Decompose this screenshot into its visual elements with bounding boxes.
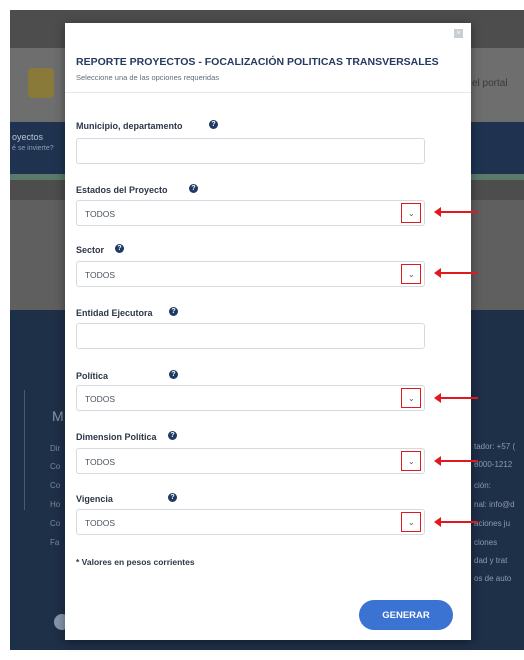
help-icon[interactable]: ? — [168, 431, 177, 440]
background-nav-item: oyectos — [12, 132, 44, 142]
footer-left-text: Dir — [50, 444, 61, 453]
sector-label: Sector — [76, 245, 105, 255]
modal-header: REPORTE PROYECTOS - FOCALIZACIÓN POLITIC… — [65, 23, 471, 93]
report-modal: × REPORTE PROYECTOS - FOCALIZACIÓN POLIT… — [65, 23, 471, 640]
estados-select-value: TODOS — [85, 209, 116, 219]
footer-left-text: Ho — [50, 500, 61, 509]
help-icon[interactable]: ? — [209, 120, 218, 129]
footer-right-text: ciones — [474, 538, 498, 547]
footer-left-text: Fa — [50, 538, 60, 547]
estados-label: Estados del Proyecto — [76, 185, 168, 195]
coat-of-arms-logo — [28, 68, 54, 98]
help-icon[interactable]: ? — [168, 493, 177, 502]
footer-left-text: Co — [50, 519, 61, 528]
footer-right-text: tador: +57 ( — [474, 442, 516, 451]
footer-right-text: 8000-1212 — [474, 460, 513, 469]
dimension-label: Dimension Política — [76, 432, 157, 442]
estados-select[interactable]: TODOS ⌄ — [76, 200, 425, 226]
chevron-down-icon[interactable]: ⌄ — [401, 264, 421, 284]
generate-button[interactable]: GENERAR — [359, 600, 453, 630]
footer-left-text: Co — [50, 462, 61, 471]
entidad-label: Entidad Ejecutora — [76, 308, 153, 318]
footer-right-text: nal: info@d — [474, 500, 515, 509]
chevron-down-icon[interactable]: ⌄ — [401, 512, 421, 532]
modal-title: REPORTE PROYECTOS - FOCALIZACIÓN POLITIC… — [76, 56, 439, 68]
currency-note: * Valores en pesos corrientes — [76, 557, 195, 567]
annotation-arrow — [434, 268, 478, 278]
vigencia-label: Vigencia — [76, 494, 113, 504]
politica-label: Política — [76, 371, 109, 381]
annotation-arrow — [434, 207, 478, 217]
politica-select[interactable]: TODOS ⌄ — [76, 385, 425, 411]
help-icon[interactable]: ? — [189, 184, 198, 193]
chevron-down-icon[interactable]: ⌄ — [401, 388, 421, 408]
background-nav-subitem: é se invierte? — [12, 145, 54, 152]
vigencia-select-value: TODOS — [85, 518, 116, 528]
chevron-down-icon[interactable]: ⌄ — [401, 451, 421, 471]
help-icon[interactable]: ? — [115, 244, 124, 253]
footer-heading: M — [52, 408, 64, 424]
municipio-input[interactable] — [76, 138, 425, 164]
background-portal-text: el portal — [472, 78, 508, 89]
annotation-arrow — [434, 393, 478, 403]
footer-right-text: dad y trat — [474, 556, 508, 565]
help-icon[interactable]: ? — [169, 307, 178, 316]
entidad-input[interactable] — [76, 323, 425, 349]
annotation-arrow — [434, 517, 478, 527]
politica-select-value: TODOS — [85, 394, 116, 404]
annotation-arrow — [434, 456, 478, 466]
chevron-down-icon[interactable]: ⌄ — [401, 203, 421, 223]
footer-left-text: Co — [50, 481, 61, 490]
help-icon[interactable]: ? — [169, 370, 178, 379]
footer-right-text: ción: — [474, 481, 491, 490]
footer-divider — [24, 390, 25, 510]
sector-select[interactable]: TODOS ⌄ — [76, 261, 425, 287]
sector-select-value: TODOS — [85, 270, 116, 280]
dimension-select[interactable]: TODOS ⌄ — [76, 448, 425, 474]
footer-right-text: aciones ju — [474, 519, 511, 528]
modal-subtitle: Seleccione una de las opciones requerida… — [76, 73, 220, 82]
footer-right-text: os de auto — [474, 574, 512, 583]
vigencia-select[interactable]: TODOS ⌄ — [76, 509, 425, 535]
dimension-select-value: TODOS — [85, 457, 116, 467]
municipio-label: Municipio, departamento — [76, 121, 183, 131]
